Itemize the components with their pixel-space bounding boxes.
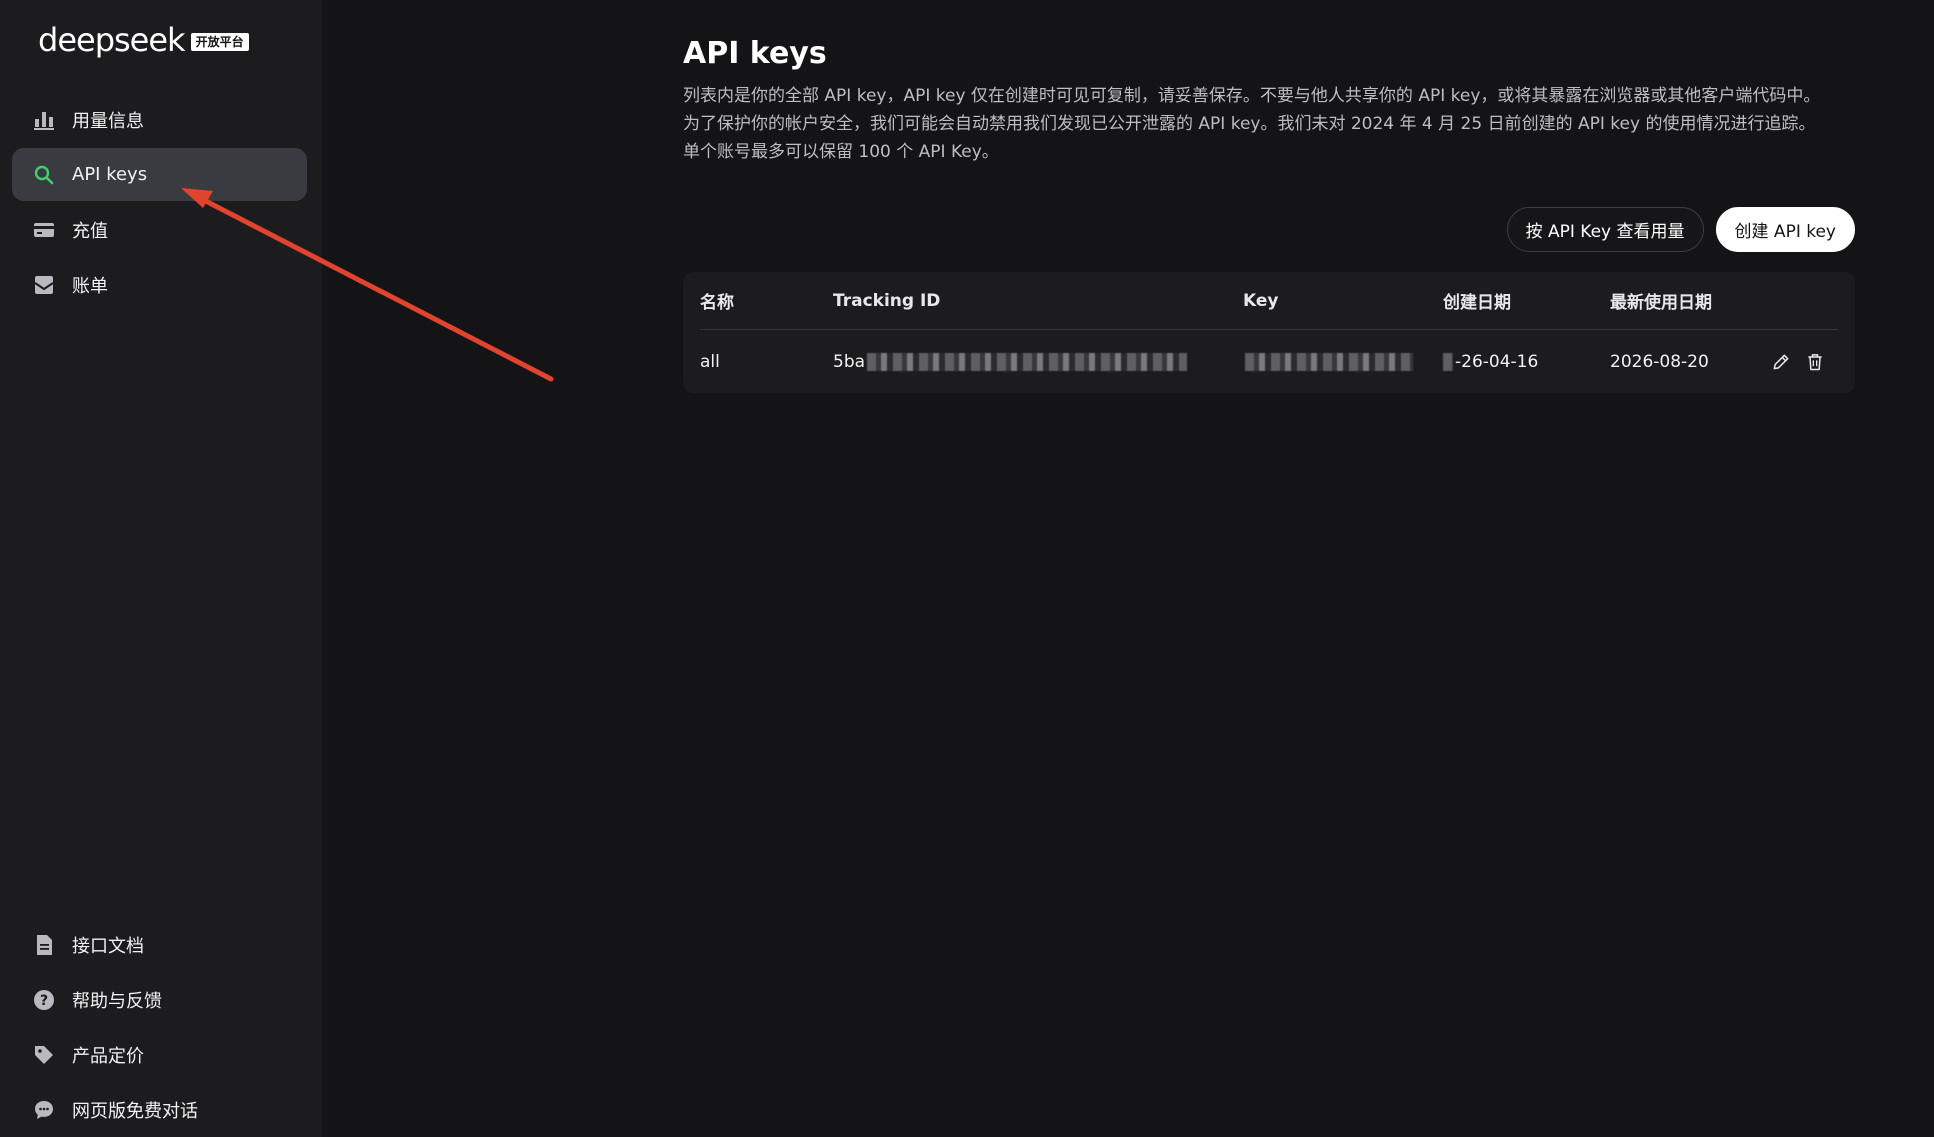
column-header-key: Key [1243, 290, 1279, 311]
document-icon [32, 933, 56, 957]
sidebar-item-recharge[interactable]: 充值 [12, 203, 307, 256]
search-icon [32, 163, 56, 187]
brand-logo[interactable]: deepseek 开放平台 [38, 20, 249, 60]
card-icon [32, 218, 56, 242]
brand-badge: 开放平台 [190, 33, 249, 51]
app-root: deepseek 开放平台 用量信息 API keys 充值 账单 接口文档 ?… [0, 0, 1934, 1137]
page-description: 列表内是你的全部 API key，API key 仅在创建时可见可复制，请妥善保… [683, 86, 1821, 162]
sidebar-item-billing[interactable]: 账单 [12, 258, 307, 311]
sidebar-item-docs[interactable]: 接口文档 [12, 918, 307, 971]
created-date: -26-04-16 [1455, 351, 1539, 372]
create-api-key-button[interactable]: 创建 API key [1715, 207, 1855, 252]
column-header-tracking-id: Tracking ID [833, 290, 941, 311]
table-header: 名称 Tracking ID Key 创建日期 最新使用日期 [700, 272, 1838, 330]
help-icon: ? [32, 988, 56, 1012]
sidebar-item-label: API keys [72, 164, 148, 185]
column-header-name: 名称 [700, 293, 734, 313]
sidebar-item-label: 接口文档 [72, 935, 144, 957]
edit-icon[interactable] [1770, 351, 1792, 373]
column-header-last-used: 最新使用日期 [1610, 293, 1712, 313]
api-keys-table: 名称 Tracking ID Key 创建日期 最新使用日期 all 5ba -… [683, 272, 1855, 393]
page-title: API keys [683, 36, 827, 71]
key-cell [1243, 352, 1443, 371]
column-header-created: 创建日期 [1443, 293, 1511, 313]
sidebar-item-label: 用量信息 [72, 110, 144, 132]
sidebar: deepseek 开放平台 用量信息 API keys 充值 账单 接口文档 ?… [0, 0, 322, 1137]
delete-icon[interactable] [1804, 351, 1826, 373]
tag-icon [32, 1043, 56, 1067]
sidebar-nav-top: 用量信息 API keys 充值 账单 [12, 93, 307, 313]
redacted-key [1245, 352, 1413, 371]
tracking-id-cell: 5ba [833, 352, 1243, 372]
sidebar-item-label: 充值 [72, 220, 108, 242]
created-date-cell: -26-04-16 [1443, 352, 1610, 372]
svg-text:?: ? [40, 993, 48, 1009]
sidebar-item-label: 账单 [72, 275, 108, 297]
sidebar-item-label: 产品定价 [72, 1045, 144, 1067]
sidebar-item-help[interactable]: ? 帮助与反馈 [12, 973, 307, 1026]
row-actions [1770, 351, 1838, 373]
sidebar-item-api-keys[interactable]: API keys [12, 148, 307, 201]
tracking-id-visible: 5ba [833, 351, 866, 372]
sidebar-item-label: 帮助与反馈 [72, 990, 162, 1012]
bar-chart-icon [32, 108, 56, 132]
toolbar-actions: 按 API Key 查看用量 创建 API key [1506, 207, 1855, 252]
sidebar-item-usage[interactable]: 用量信息 [12, 93, 307, 146]
mail-icon [32, 273, 56, 297]
sidebar-nav-bottom: 接口文档 ? 帮助与反馈 产品定价 网页版免费对话 [12, 918, 307, 1137]
key-name: all [700, 351, 720, 372]
sidebar-item-pricing[interactable]: 产品定价 [12, 1028, 307, 1081]
table-row: all 5ba -26-04-16 2026-08-20 [700, 331, 1838, 392]
view-usage-by-key-button[interactable]: 按 API Key 查看用量 [1506, 207, 1704, 252]
redacted-created-prefix [1443, 352, 1453, 371]
redacted-tracking-id [867, 352, 1188, 371]
brand-name: deepseek [38, 21, 186, 59]
sidebar-item-label: 网页版免费对话 [72, 1100, 198, 1122]
sidebar-item-web-chat[interactable]: 网页版免费对话 [12, 1083, 307, 1136]
chat-icon [32, 1098, 56, 1122]
last-used-date: 2026-08-20 [1610, 351, 1709, 372]
